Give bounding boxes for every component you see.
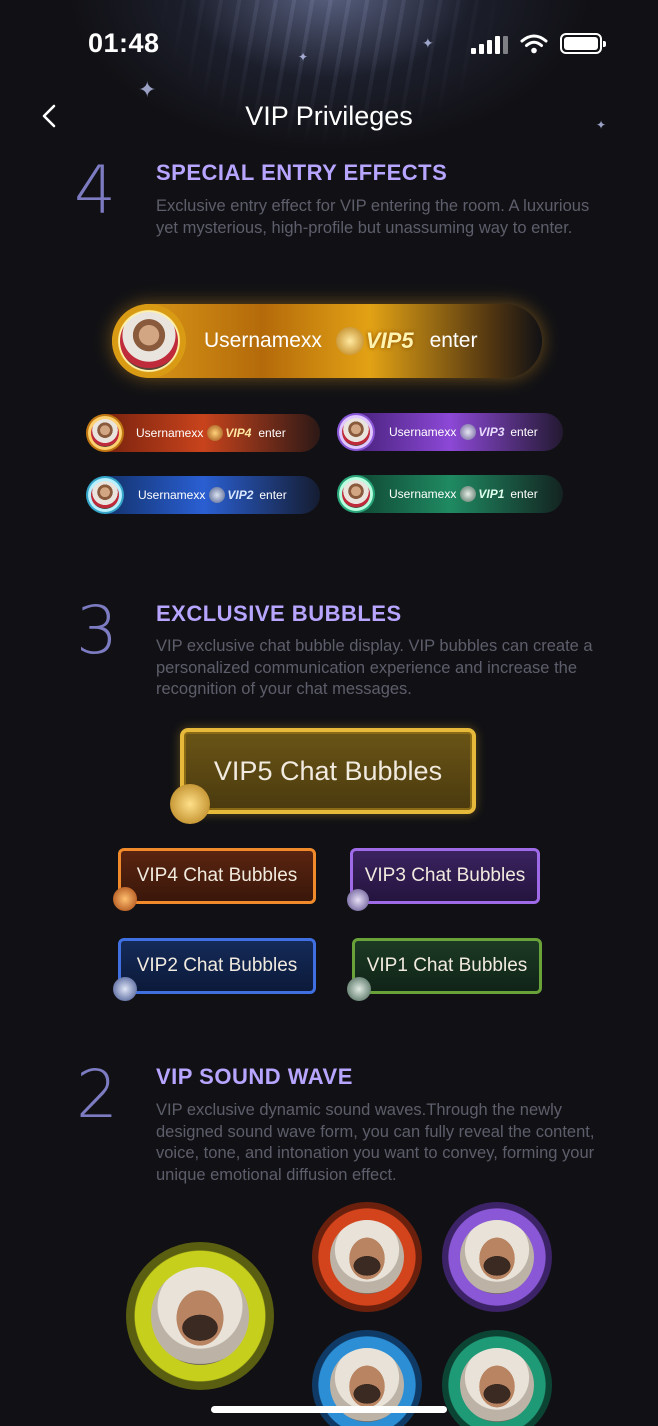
section-description: VIP exclusive dynamic sound waves.Throug…: [156, 1101, 595, 1184]
entry-effect-banner-vip1: Usernamexx VIP1 enter: [337, 475, 563, 513]
section-description: VIP exclusive chat bubble display. VIP b…: [156, 637, 593, 698]
banner-enter-text: enter: [510, 425, 538, 439]
lion-crest-icon: [170, 784, 210, 824]
bubble-label: VIP1 Chat Bubbles: [366, 955, 528, 976]
wolf-crest-icon: [347, 889, 369, 911]
vip-badge: VIP3: [460, 424, 504, 440]
avatar: [112, 304, 186, 378]
banner-enter-text: enter: [510, 487, 538, 501]
bubble-label: VIP4 Chat Bubbles: [136, 865, 298, 886]
bubble-label: VIP5 Chat Bubbles: [213, 755, 443, 786]
avatar: [86, 476, 124, 514]
avatar: [151, 1267, 249, 1365]
banner-username: Usernamexx: [138, 488, 206, 502]
entry-effect-banner-vip3: Usernamexx VIP3 enter: [337, 413, 563, 451]
vip-badge: VIP1: [460, 486, 504, 502]
banner-enter-text: enter: [258, 426, 286, 440]
sound-wave-avatar-vip1: [442, 1330, 552, 1426]
sound-wave-avatar-vip4: [312, 1202, 422, 1312]
light-rays-decoration: [150, 0, 510, 160]
chat-bubble-vip3: VIP3 Chat Bubbles: [347, 848, 540, 911]
vip-badge: VIP4: [207, 425, 251, 441]
section-title: VIP SOUND WAVE: [156, 1064, 353, 1089]
entry-effect-banner-vip2: Usernamexx VIP2 enter: [86, 476, 320, 514]
entry-effect-banner-vip4: Usernamexx VIP4 enter: [86, 414, 320, 452]
sound-wave-avatar-vip5: [126, 1242, 274, 1390]
section-description: Exclusive entry effect for VIP entering …: [156, 197, 590, 237]
avatar: [330, 1220, 404, 1294]
lion-crest-icon: [113, 887, 137, 911]
page-title: VIP Privileges: [245, 101, 413, 131]
banner-username: Usernamexx: [389, 487, 457, 501]
section-number: 2: [76, 1056, 118, 1133]
section-title: EXCLUSIVE BUBBLES: [156, 601, 402, 626]
battery-icon: [560, 33, 606, 54]
wolf-crest-icon: [460, 486, 477, 502]
sparkle-icon: ✦: [298, 50, 309, 64]
avatar: [337, 413, 375, 451]
chat-bubble-vip2: VIP2 Chat Bubbles: [113, 938, 316, 1001]
status-icons: [471, 33, 606, 54]
lion-crest-icon: [207, 425, 224, 441]
banner-username: Usernamexx: [204, 329, 322, 352]
section-title: SPECIAL ENTRY EFFECTS: [156, 160, 448, 185]
bubble-label: VIP2 Chat Bubbles: [136, 955, 298, 976]
vip-privileges-screen: ✦ ✦ ✦ ✦ 01:48 VIP Privileges 4 SPECIAL E…: [0, 0, 658, 1426]
banner-enter-text: enter: [429, 329, 478, 352]
wolf-crest-icon: [460, 424, 477, 440]
avatar: [86, 414, 124, 452]
avatar: [337, 475, 375, 513]
sparkle-icon: ✦: [138, 78, 157, 103]
banner-username: Usernamexx: [389, 425, 457, 439]
chat-bubble-vip4: VIP4 Chat Bubbles: [113, 848, 316, 911]
vip-badge: VIP2: [209, 487, 253, 503]
bubble-label: VIP3 Chat Bubbles: [364, 865, 526, 886]
avatar: [460, 1348, 534, 1422]
avatar: [460, 1220, 534, 1294]
vip-badge: VIP5: [335, 327, 414, 355]
section-number: 4: [74, 152, 116, 229]
home-indicator[interactable]: [211, 1406, 447, 1413]
status-time: 01:48: [88, 28, 160, 58]
chat-bubble-vip5: VIP5 Chat Bubbles: [170, 728, 476, 824]
banner-username: Usernamexx: [136, 426, 204, 440]
lion-crest-icon: [335, 327, 364, 355]
sparkle-icon: ✦: [422, 36, 434, 52]
chat-bubble-vip1: VIP1 Chat Bubbles: [347, 938, 542, 1001]
banner-enter-text: enter: [259, 488, 287, 502]
cellular-signal-icon: [471, 34, 508, 54]
wolf-crest-icon: [113, 977, 137, 1001]
sound-wave-avatar-vip3: [442, 1202, 552, 1312]
wolf-crest-icon: [347, 977, 371, 1001]
section-number: 3: [76, 592, 118, 669]
wolf-crest-icon: [209, 487, 226, 503]
entry-effect-banner-vip5: Usernamexx VIP5 enter: [112, 304, 542, 378]
wifi-icon: [520, 34, 548, 54]
